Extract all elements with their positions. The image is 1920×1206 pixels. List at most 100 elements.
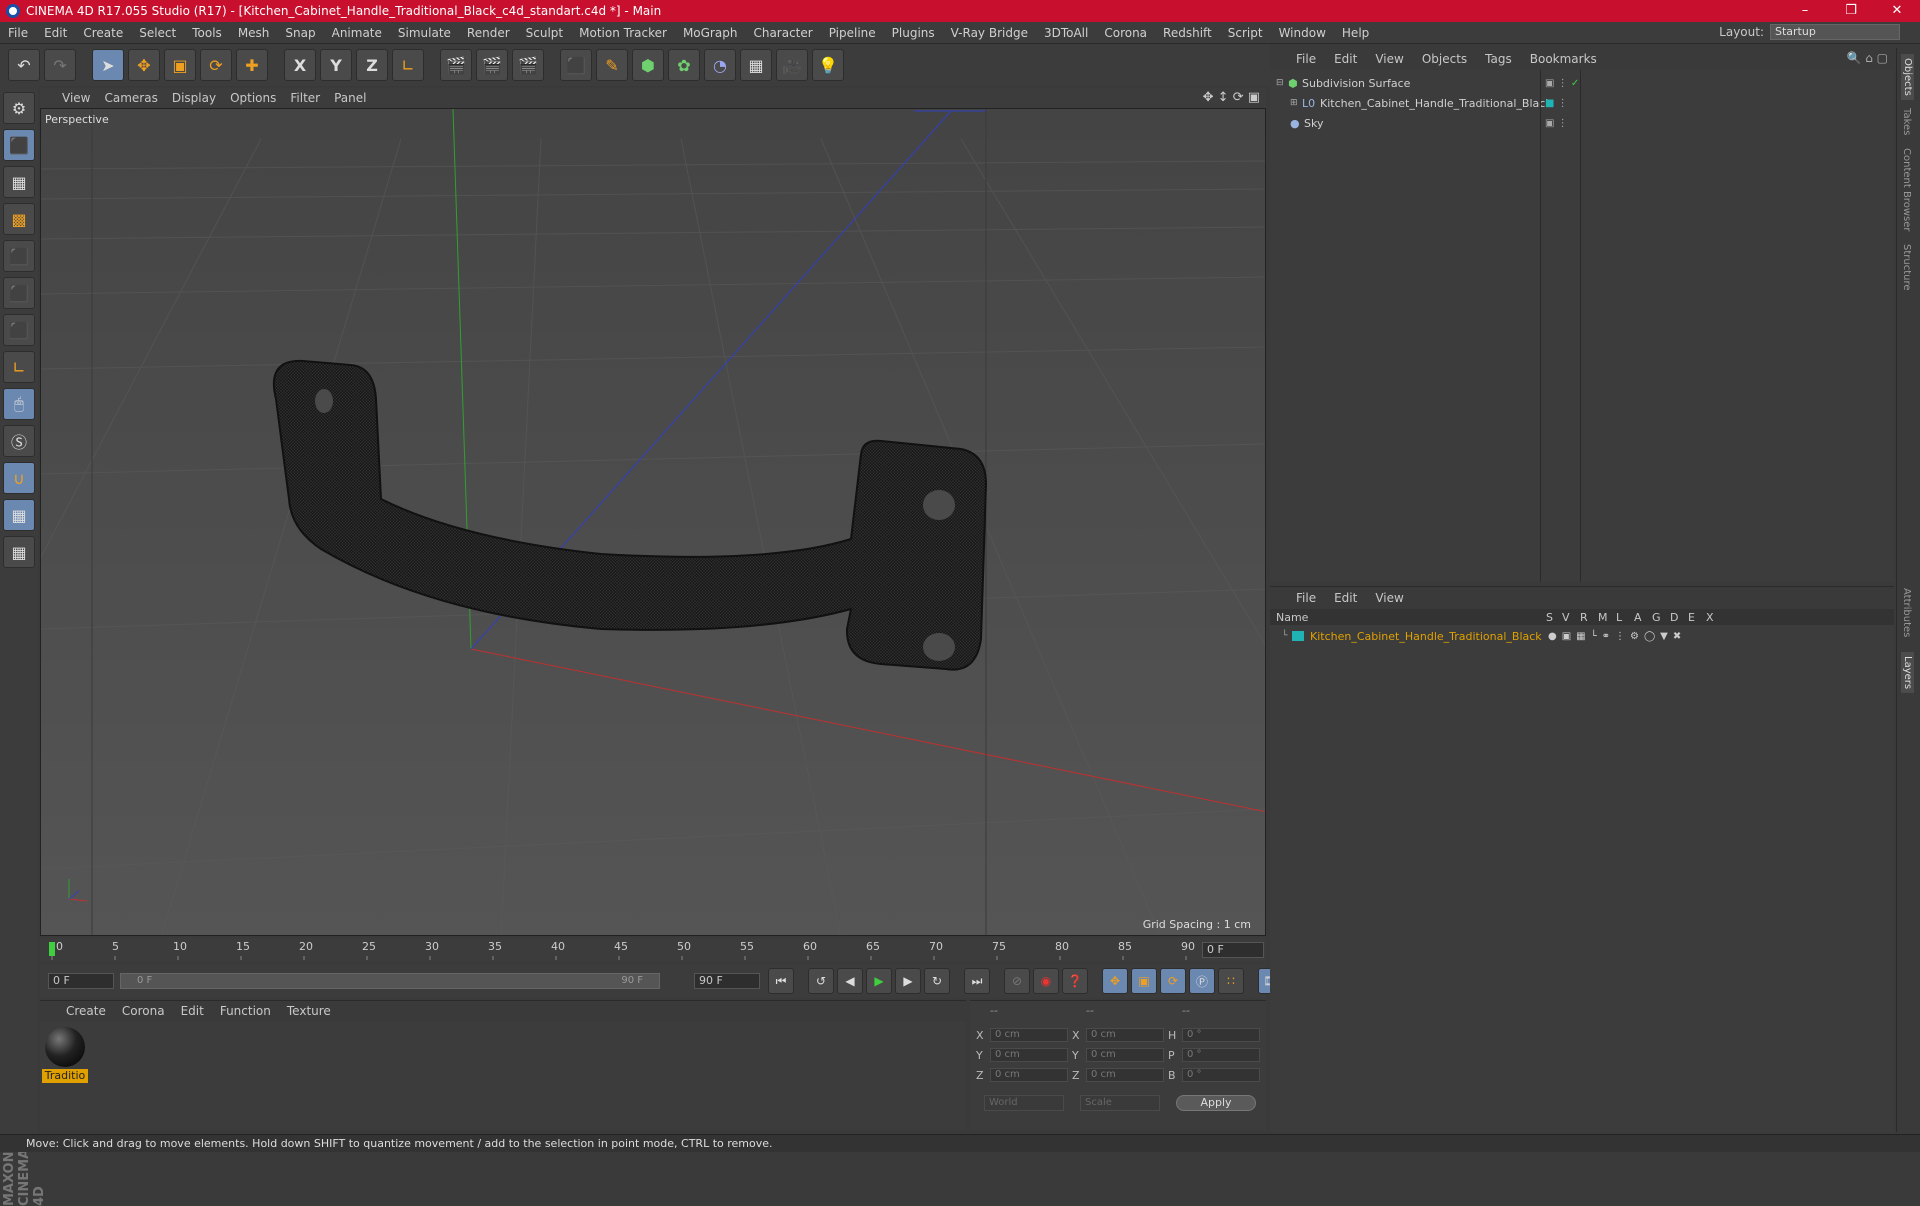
current-frame-field[interactable]: 0 F <box>1202 942 1264 958</box>
menu-render[interactable]: Render <box>459 26 518 40</box>
axis-z-button[interactable]: Z <box>356 49 388 81</box>
tab-structure[interactable]: Structure <box>1901 244 1912 291</box>
mograph-cloner-icon[interactable]: ✿ <box>668 49 700 81</box>
position-x-field[interactable]: 0 cm <box>990 1028 1068 1042</box>
size-y-field[interactable]: 0 cm <box>1086 1048 1164 1062</box>
menu-help[interactable]: Help <box>1334 26 1377 40</box>
perspective-viewport[interactable]: Perspective Grid Spacing : 1 cm <box>40 108 1266 936</box>
layer-color-swatch[interactable] <box>1292 631 1304 641</box>
objects-menu-objects[interactable]: Objects <box>1422 52 1467 66</box>
spline-pen-icon[interactable]: ✎ <box>596 49 628 81</box>
polygons-mode-icon[interactable]: ⬛ <box>3 314 35 346</box>
tab-content-browser[interactable]: Content Browser <box>1901 148 1912 231</box>
edges-mode-icon[interactable]: ⬛ <box>3 277 35 309</box>
next-frame-icon[interactable]: ▶ <box>895 968 921 994</box>
material-menu-texture[interactable]: Texture <box>287 1004 331 1018</box>
previous-key-icon[interactable]: ↺ <box>808 968 834 994</box>
material-menu-create[interactable]: Create <box>66 1004 106 1018</box>
play-icon[interactable]: ▶ <box>866 968 892 994</box>
render-picture-viewer-icon[interactable]: 🎬 <box>476 49 508 81</box>
object-row-sky[interactable]: ● Sky ▣ ⋮ <box>1270 114 1894 132</box>
record-keys-icon[interactable]: ◉ <box>1033 968 1059 994</box>
size-x-field[interactable]: 0 cm <box>1086 1028 1164 1042</box>
menu-corona[interactable]: Corona <box>1096 26 1155 40</box>
camera-icon[interactable]: 🎥 <box>776 49 808 81</box>
next-key-icon[interactable]: ↻ <box>924 968 950 994</box>
menu-script[interactable]: Script <box>1220 26 1271 40</box>
menu-window[interactable]: Window <box>1271 26 1334 40</box>
material-swatch[interactable]: Traditio <box>42 1025 88 1083</box>
viewport-menu-display[interactable]: Display <box>172 91 216 105</box>
apply-button[interactable]: Apply <box>1176 1095 1256 1111</box>
rotation-h-field[interactable]: 0 ° <box>1182 1028 1260 1042</box>
timeline-ruler[interactable]: 0 5 10 15 20 25 30 35 40 45 50 55 60 65 … <box>40 938 1266 962</box>
menu-sculpt[interactable]: Sculpt <box>518 26 571 40</box>
texture-mode-icon[interactable]: ▦ <box>3 166 35 198</box>
layer-flag-icons[interactable]: ●▣▦└⚭⋮⚙◯▼✖ <box>1548 631 1686 642</box>
scale-tool-icon[interactable]: ▣ <box>164 49 196 81</box>
axis-x-button[interactable]: X <box>284 49 316 81</box>
key-pla-icon[interactable]: ∷ <box>1218 968 1244 994</box>
floor-icon[interactable]: ▦ <box>740 49 772 81</box>
tab-objects[interactable]: Objects <box>1901 54 1914 100</box>
coordinate-mode-dropdown[interactable]: World <box>984 1095 1064 1111</box>
minimize-icon[interactable]: – <box>1782 0 1828 22</box>
size-mode-dropdown[interactable]: Scale <box>1080 1095 1160 1111</box>
end-frame-field[interactable]: 90 F <box>694 973 760 989</box>
object-visibility-checks[interactable]: ▣ ⋮ <box>1545 118 1568 129</box>
workplane-lock-icon[interactable]: ▦ <box>3 499 35 531</box>
position-z-field[interactable]: 0 cm <box>990 1068 1068 1082</box>
objects-menu-bookmarks[interactable]: Bookmarks <box>1530 52 1597 66</box>
light-icon[interactable]: 💡 <box>812 49 844 81</box>
key-scale-icon[interactable]: ▣ <box>1131 968 1157 994</box>
snap-magnet-icon[interactable]: ∪ <box>3 462 35 494</box>
layers-menu-file[interactable]: File <box>1296 591 1316 605</box>
menu-create[interactable]: Create <box>75 26 131 40</box>
viewport-menu-filter[interactable]: Filter <box>290 91 320 105</box>
key-rotation-icon[interactable]: ⟳ <box>1160 968 1186 994</box>
size-z-field[interactable]: 0 cm <box>1086 1068 1164 1082</box>
planar-workplane-icon[interactable]: ▦ <box>3 536 35 568</box>
menu-motion-tracker[interactable]: Motion Tracker <box>571 26 675 40</box>
cube-primitive-icon[interactable]: ⬛ <box>560 49 592 81</box>
go-to-start-icon[interactable]: ⏮ <box>768 968 794 994</box>
viewport-menu-options[interactable]: Options <box>230 91 276 105</box>
menu-vray-bridge[interactable]: V-Ray Bridge <box>943 26 1036 40</box>
motion-path-icon[interactable]: ⊘ <box>1004 968 1030 994</box>
objects-menu-file[interactable]: File <box>1296 52 1316 66</box>
object-row-kitchen-cabinet-handle[interactable]: ⊞ L0 Kitchen_Cabinet_Handle_Traditional_… <box>1270 94 1894 112</box>
axis-y-button[interactable]: Y <box>320 49 352 81</box>
collapse-icon[interactable]: ⊟ <box>1276 78 1286 88</box>
layout-dropdown[interactable]: Startup <box>1770 24 1900 40</box>
menu-file[interactable]: File <box>0 26 36 40</box>
menu-edit[interactable]: Edit <box>36 26 75 40</box>
restore-icon[interactable]: ❐ <box>1828 0 1874 22</box>
render-settings-icon[interactable]: 🎬 <box>512 49 544 81</box>
menu-select[interactable]: Select <box>131 26 184 40</box>
objects-menu-tags[interactable]: Tags <box>1485 52 1512 66</box>
expand-icon[interactable]: ⊞ <box>1290 98 1300 108</box>
coordinate-system-icon[interactable]: ∟ <box>392 49 424 81</box>
redo-icon[interactable]: ↷ <box>44 49 76 81</box>
objects-menu-view[interactable]: View <box>1375 52 1403 66</box>
menu-character[interactable]: Character <box>745 26 820 40</box>
previous-frame-icon[interactable]: ◀ <box>837 968 863 994</box>
make-editable-icon[interactable]: ⚙ <box>3 92 35 124</box>
close-icon[interactable]: ✕ <box>1874 0 1920 22</box>
material-menu-edit[interactable]: Edit <box>181 1004 204 1018</box>
menu-3dtoall[interactable]: 3DToAll <box>1036 26 1096 40</box>
viewport-nav-icons[interactable]: ✥ ↕ ⟳ ▣ <box>1203 90 1260 105</box>
layer-row[interactable]: └ Kitchen_Cabinet_Handle_Traditional_Bla… <box>1270 627 1894 645</box>
move-tool-icon[interactable]: ✥ <box>128 49 160 81</box>
tab-attributes[interactable]: Attributes <box>1901 588 1912 637</box>
layers-menu-edit[interactable]: Edit <box>1334 591 1357 605</box>
menu-animate[interactable]: Animate <box>324 26 390 40</box>
undo-icon[interactable]: ↶ <box>8 49 40 81</box>
render-view-icon[interactable]: 🎬 <box>440 49 472 81</box>
solo-mode-icon[interactable]: Ⓢ <box>3 425 35 457</box>
rotation-p-field[interactable]: 0 ° <box>1182 1048 1260 1062</box>
go-to-end-icon[interactable]: ⏭ <box>964 968 990 994</box>
frame-range-slider[interactable]: 0 F 90 F <box>120 973 660 989</box>
objects-search-home-icons[interactable]: 🔍 ⌂ ▢ <box>1846 51 1888 65</box>
tweak-mode-icon[interactable]: 🖱 <box>3 388 35 420</box>
